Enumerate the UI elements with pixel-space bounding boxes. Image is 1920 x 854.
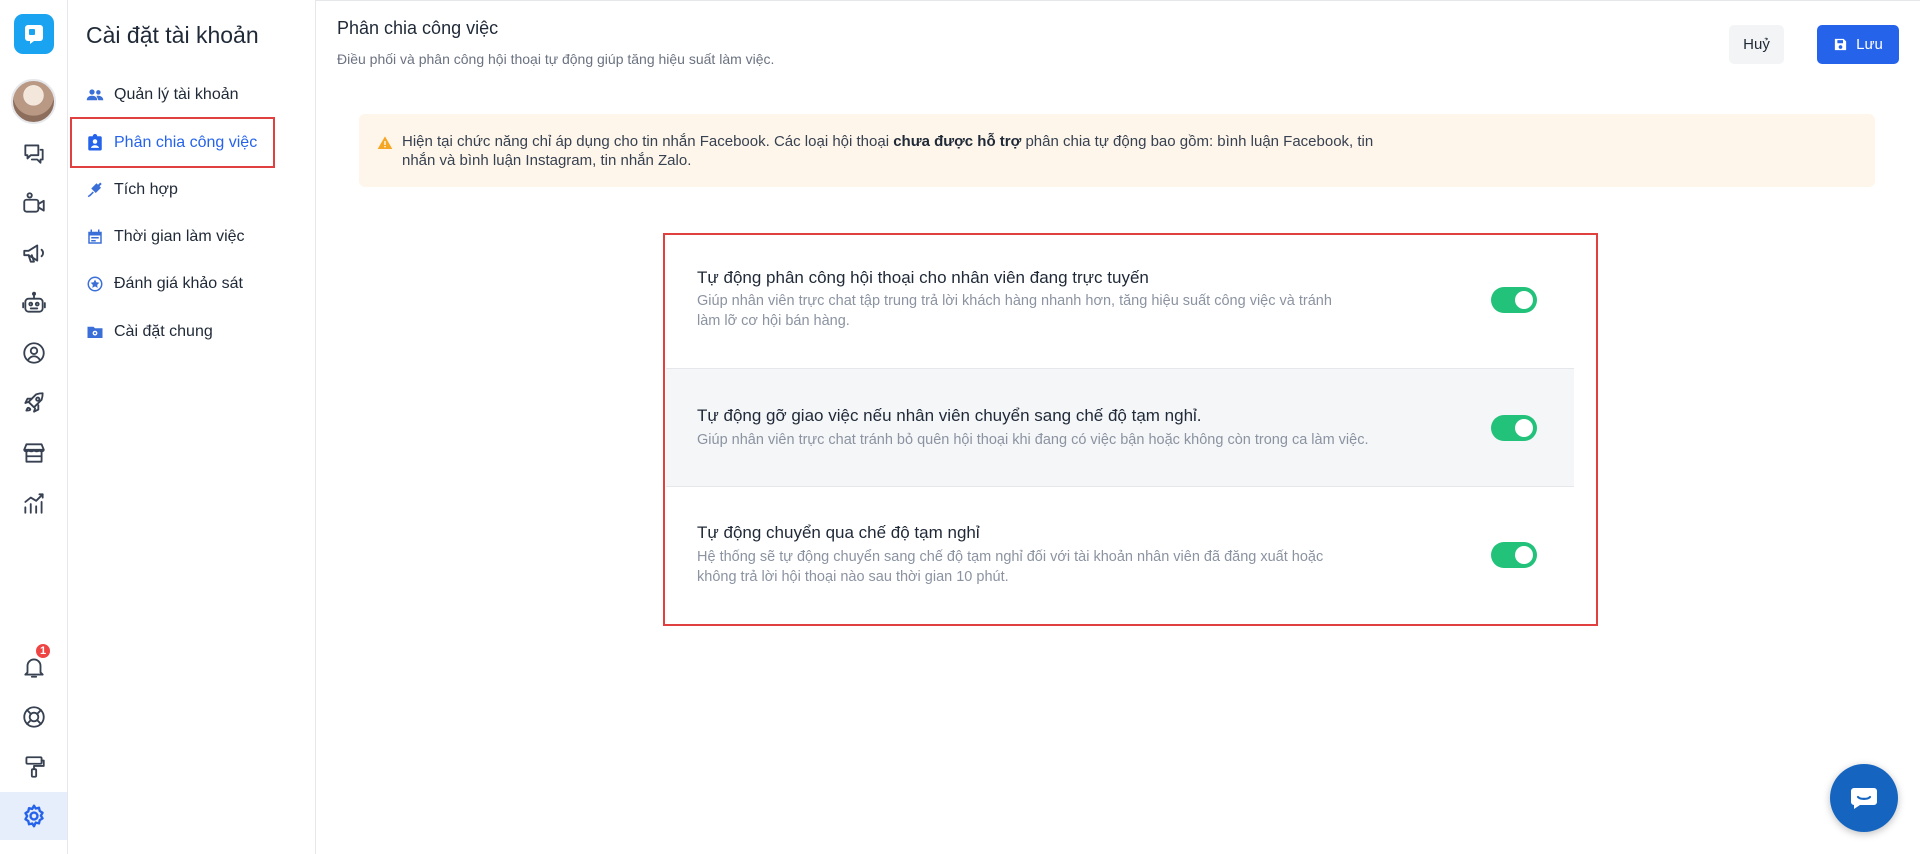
- video-icon[interactable]: [14, 183, 54, 223]
- icon-rail: 1: [0, 0, 68, 854]
- settings-sidenav: Cài đặt tài khoản Quản lý tài khoản Phân…: [68, 0, 316, 854]
- bot-icon[interactable]: [14, 283, 54, 323]
- alert-text-bold: chưa được hỗ trợ: [893, 133, 1022, 150]
- page-subtitle: Điều phối và phân công hội thoại tự động…: [337, 51, 775, 67]
- analytics-icon[interactable]: [14, 483, 54, 523]
- sidebar-item-integration[interactable]: Tích hợp: [86, 179, 178, 201]
- assignment-icon: [86, 134, 104, 152]
- notification-badge: 1: [34, 642, 52, 660]
- sidebar-item-label: Phân chia công việc: [114, 134, 258, 151]
- plug-icon: [86, 181, 104, 199]
- page-title: Phân chia công việc: [337, 18, 499, 38]
- megaphone-icon[interactable]: [14, 233, 54, 273]
- chat-icon[interactable]: [14, 133, 54, 173]
- save-button-label: Lưu: [1856, 36, 1883, 53]
- info-alert: Hiện tại chức năng chỉ áp dụng cho tin n…: [359, 114, 1875, 187]
- paint-roller-icon[interactable]: [14, 747, 54, 787]
- sidebar-item-label: Đánh giá khảo sát: [114, 275, 243, 292]
- users-icon: [86, 86, 104, 104]
- avatar[interactable]: [11, 79, 56, 124]
- chat-bubble-icon: [1851, 788, 1877, 809]
- sidebar-item-work-distribution[interactable]: Phân chia công việc: [86, 132, 257, 154]
- app-logo-icon[interactable]: [14, 14, 54, 54]
- settings-card-highlight: [663, 233, 1598, 626]
- store-icon[interactable]: [14, 433, 54, 473]
- chat-support-button[interactable]: [1830, 764, 1898, 832]
- contact-icon[interactable]: [14, 333, 54, 373]
- sidebar-item-label: Thời gian làm việc: [114, 228, 245, 245]
- calendar-icon: [86, 228, 104, 246]
- sidebar-item-survey[interactable]: Đánh giá khảo sát: [86, 273, 243, 295]
- floppy-disk-icon: [1835, 38, 1847, 51]
- sidebar-item-label: Tích hợp: [114, 181, 178, 198]
- sidebar-item-working-time[interactable]: Thời gian làm việc: [86, 226, 245, 248]
- sidebar-item-account-management[interactable]: Quản lý tài khoản: [86, 84, 239, 106]
- save-button[interactable]: Lưu: [1817, 25, 1899, 64]
- app: 1 Cài đặt tài khoản Quản lý tài khoản Ph…: [0, 0, 1920, 854]
- sidebar-item-general-settings[interactable]: Cài đặt chung: [86, 321, 213, 343]
- folder-settings-icon: [86, 323, 104, 341]
- rocket-icon[interactable]: [14, 383, 54, 423]
- cancel-button[interactable]: Huỷ: [1729, 25, 1784, 64]
- gear-icon[interactable]: [0, 792, 67, 840]
- sidenav-title: Cài đặt tài khoản: [86, 22, 259, 48]
- warning-icon: [377, 136, 393, 149]
- survey-icon: [86, 275, 104, 293]
- help-icon[interactable]: [14, 697, 54, 737]
- alert-message: Hiện tại chức năng chỉ áp dụng cho tin n…: [402, 132, 1402, 170]
- sidebar-item-label: Quản lý tài khoản: [114, 86, 239, 103]
- alert-text-before: Hiện tại chức năng chỉ áp dụng cho tin n…: [402, 133, 894, 150]
- sidebar-item-label: Cài đặt chung: [114, 323, 213, 340]
